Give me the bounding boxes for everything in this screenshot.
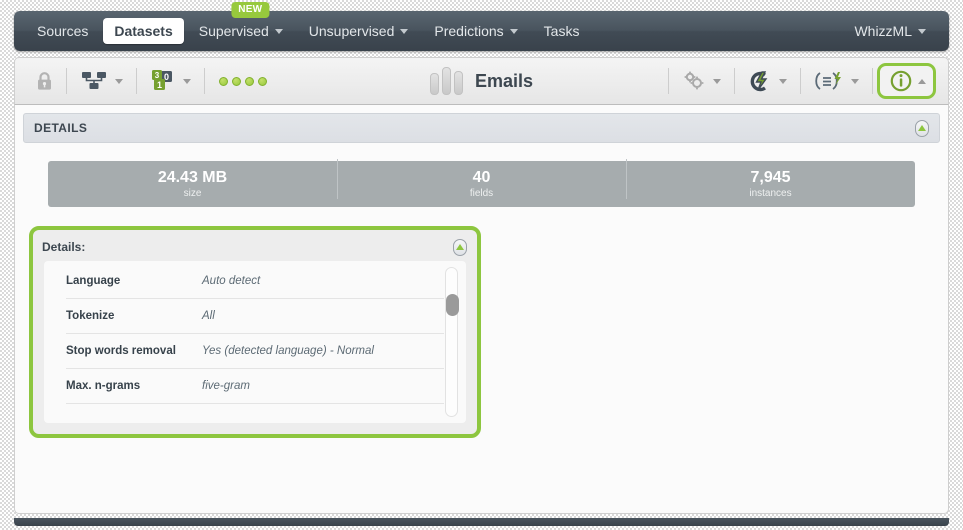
stat-label: instances — [749, 187, 792, 199]
nav-item-label: Datasets — [114, 23, 173, 39]
details-scrollbar-thumb[interactable] — [446, 294, 459, 316]
details-row-value: five-gram — [202, 380, 250, 392]
nav-item-tasks[interactable]: Tasks — [533, 18, 591, 44]
details-row: Language Auto detect — [66, 264, 444, 299]
gears-icon — [682, 70, 708, 92]
toolbar-right-group — [664, 63, 948, 99]
nav-item-label: Supervised — [198, 23, 269, 39]
details-rows-container: Language Auto detect Tokenize All Stop w… — [44, 261, 466, 423]
collapse-up-icon[interactable] — [453, 238, 467, 256]
chevron-down-icon — [183, 78, 191, 84]
details-row: Max. n-grams five-gram — [66, 369, 444, 404]
chevron-down-icon — [779, 78, 787, 84]
chevron-down-icon — [713, 78, 721, 84]
nav-item-label: Tasks — [543, 23, 580, 39]
batch-script-button[interactable] — [805, 66, 868, 96]
gears-button[interactable] — [673, 66, 730, 96]
field-counts-button[interactable]: 0 3 1 — [141, 65, 200, 97]
details-row-value: All — [202, 310, 215, 322]
nav-item-label: Unsupervised — [308, 23, 395, 39]
chevron-down-icon — [509, 28, 518, 34]
page-title: Emails — [474, 70, 534, 91]
dataset-toolbar: Emails 0 3 1 — [14, 57, 949, 105]
nav-item-whizzml[interactable]: WhizzML — [843, 18, 937, 44]
field-counts-icon: 0 3 1 — [150, 69, 178, 93]
stat-value: 7,945 — [750, 168, 791, 186]
details-row-key: Language — [66, 275, 121, 287]
details-row-key: Max. n-grams — [66, 380, 141, 392]
stat-fields: 40 fields — [337, 158, 626, 200]
chevron-down-icon — [918, 28, 926, 34]
status-dot — [232, 76, 241, 86]
details-panel-header[interactable]: Details: — [38, 235, 472, 259]
toolbar-divider — [136, 68, 137, 94]
svg-text:3: 3 — [155, 71, 160, 80]
details-row: Tokenize All — [66, 299, 444, 334]
svg-text:1: 1 — [157, 80, 162, 90]
stat-size: 24.43 MB size — [48, 169, 337, 200]
lock-button[interactable] — [27, 67, 62, 95]
info-button-highlight — [877, 63, 936, 99]
app-window: Sources Datasets Supervised NEW Unsuperv… — [0, 0, 963, 530]
chevron-down-icon — [274, 28, 283, 34]
collapse-up-icon[interactable] — [915, 119, 929, 137]
toolbar-divider — [66, 68, 67, 94]
info-button[interactable] — [885, 67, 930, 95]
toolbar-left-group: 0 3 1 — [15, 65, 277, 97]
details-panel-highlight: Details: Language Auto detect Tokenize A… — [29, 226, 481, 438]
details-row-value: Yes (detected language) - Normal — [202, 345, 374, 357]
nav-item-label: Predictions — [434, 23, 504, 39]
stat-value: 24.43 MB — [157, 168, 228, 186]
bar-chart-icon — [429, 67, 463, 95]
window-bottom-bar — [14, 518, 949, 526]
nav-item-sources[interactable]: Sources — [26, 18, 99, 44]
nav-item-label: WhizzML — [854, 23, 912, 39]
toolbar-divider — [734, 68, 735, 94]
stat-value: 40 — [472, 168, 491, 186]
details-row-value: Auto detect — [202, 275, 261, 287]
lock-icon — [36, 71, 53, 91]
info-icon — [889, 69, 913, 93]
chevron-down-icon — [115, 78, 123, 84]
section-header-details[interactable]: DETAILS — [23, 113, 940, 143]
status-dots — [209, 76, 277, 86]
chevron-down-icon — [851, 78, 859, 84]
toolbar-divider — [204, 68, 205, 94]
status-dot — [245, 76, 254, 86]
toolbar-divider — [872, 68, 873, 94]
nav-item-label: Sources — [37, 23, 89, 39]
section-label: DETAILS — [34, 121, 88, 135]
main-navbar: Sources Datasets Supervised NEW Unsuperv… — [14, 2, 949, 51]
status-dot — [258, 76, 267, 86]
dataset-tree-button[interactable] — [71, 66, 132, 96]
dataset-tree-icon — [80, 70, 110, 92]
details-scrollbar[interactable] — [445, 267, 459, 417]
toolbar-divider — [668, 68, 669, 94]
details-panel-title: Details: — [42, 240, 86, 254]
stat-instances: 7,945 instances — [626, 158, 915, 200]
details-row: Stop words removal Yes (detected languag… — [66, 334, 444, 369]
details-row-key: Tokenize — [66, 310, 115, 322]
nav-item-supervised[interactable]: Supervised NEW — [188, 2, 294, 44]
stat-label: fields — [469, 187, 494, 199]
toolbar-divider — [800, 68, 801, 94]
status-dot — [219, 76, 228, 86]
nav-item-predictions[interactable]: Predictions — [423, 18, 528, 44]
new-badge: NEW — [231, 2, 270, 18]
batch-script-icon — [814, 70, 846, 92]
stat-label: size — [183, 187, 202, 199]
nav-item-unsupervised[interactable]: Unsupervised — [298, 18, 420, 44]
cloud-lightning-button[interactable] — [739, 66, 796, 96]
chevron-up-icon — [918, 78, 926, 84]
chevron-down-icon — [400, 28, 409, 34]
dataset-stats-bar: 24.43 MB size 40 fields 7,945 instances — [48, 158, 915, 207]
nav-item-datasets[interactable]: Datasets — [103, 18, 184, 44]
cloud-lightning-icon — [748, 70, 774, 92]
details-row-key: Stop words removal — [66, 345, 176, 357]
